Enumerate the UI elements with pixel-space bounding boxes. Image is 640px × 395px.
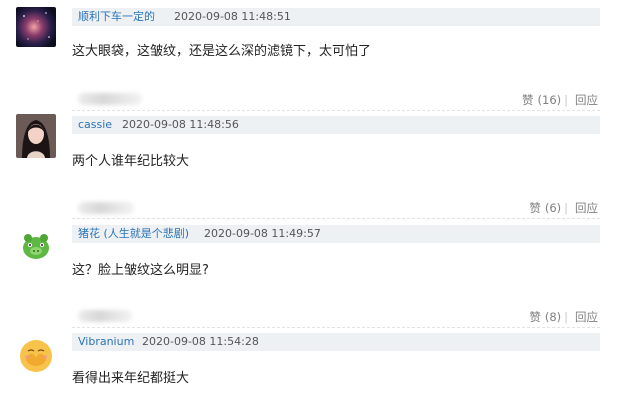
action-divider: | xyxy=(564,310,568,324)
comment-actions: 赞 (16) | 回应 xyxy=(514,92,598,108)
comment-timestamp: 2020-09-08 11:49:57 xyxy=(204,227,321,240)
comment-timestamp: 2020-09-08 11:48:51 xyxy=(174,10,291,23)
like-button[interactable]: 赞 (6) xyxy=(525,201,561,215)
comment-header: 顺利下车一定的 2020-09-08 11:48:51 xyxy=(72,8,600,26)
blurred-content xyxy=(78,93,142,105)
reply-button[interactable]: 回应 xyxy=(575,201,598,215)
separator xyxy=(72,327,600,328)
like-count: (8) xyxy=(544,310,562,324)
avatar[interactable] xyxy=(16,226,56,266)
avatar[interactable] xyxy=(16,114,56,158)
like-label: 赞 xyxy=(522,93,534,107)
action-divider: | xyxy=(564,201,568,215)
separator xyxy=(72,110,600,111)
like-button[interactable]: 赞 (16) xyxy=(518,93,561,107)
avatar[interactable] xyxy=(16,7,56,47)
comment-text: 两个人谁年纪比较大 xyxy=(72,154,190,169)
avatar[interactable] xyxy=(16,336,56,376)
comment-header: Vibranium 2020-09-08 11:54:28 xyxy=(72,333,600,351)
username-link[interactable]: 猪花 (人生就是个悲剧) xyxy=(78,225,189,243)
like-label: 赞 xyxy=(529,201,541,215)
username-link[interactable]: 顺利下车一定的 xyxy=(78,8,155,26)
blurred-content xyxy=(78,202,134,214)
separator xyxy=(72,218,600,219)
comment-timestamp: 2020-09-08 11:54:28 xyxy=(142,335,259,348)
like-button[interactable]: 赞 (8) xyxy=(525,310,561,324)
comment-header: cassie 2020-09-08 11:48:56 xyxy=(72,116,600,134)
reply-button[interactable]: 回应 xyxy=(575,310,598,324)
comment-actions: 赞 (6) | 回应 xyxy=(521,200,598,216)
reply-button[interactable]: 回应 xyxy=(575,93,598,107)
comment-header: 猪花 (人生就是个悲剧) 2020-09-08 11:49:57 xyxy=(72,225,600,243)
username-link[interactable]: Vibranium xyxy=(78,333,134,351)
like-label: 赞 xyxy=(529,310,541,324)
comment-timestamp: 2020-09-08 11:48:56 xyxy=(122,118,239,131)
like-count: (6) xyxy=(544,201,562,215)
blurred-content xyxy=(78,310,132,322)
comment-text: 这大眼袋，这皱纹，还是这么深的滤镜下，太可怕了 xyxy=(72,44,372,59)
comment-text: 这？脸上皱纹这么明显? xyxy=(72,263,209,278)
comment-actions: 赞 (8) | 回应 xyxy=(521,309,598,325)
username-link[interactable]: cassie xyxy=(78,116,112,134)
like-count: (16) xyxy=(537,93,562,107)
comment-text: 看得出来年纪都挺大 xyxy=(72,371,190,386)
action-divider: | xyxy=(564,93,568,107)
